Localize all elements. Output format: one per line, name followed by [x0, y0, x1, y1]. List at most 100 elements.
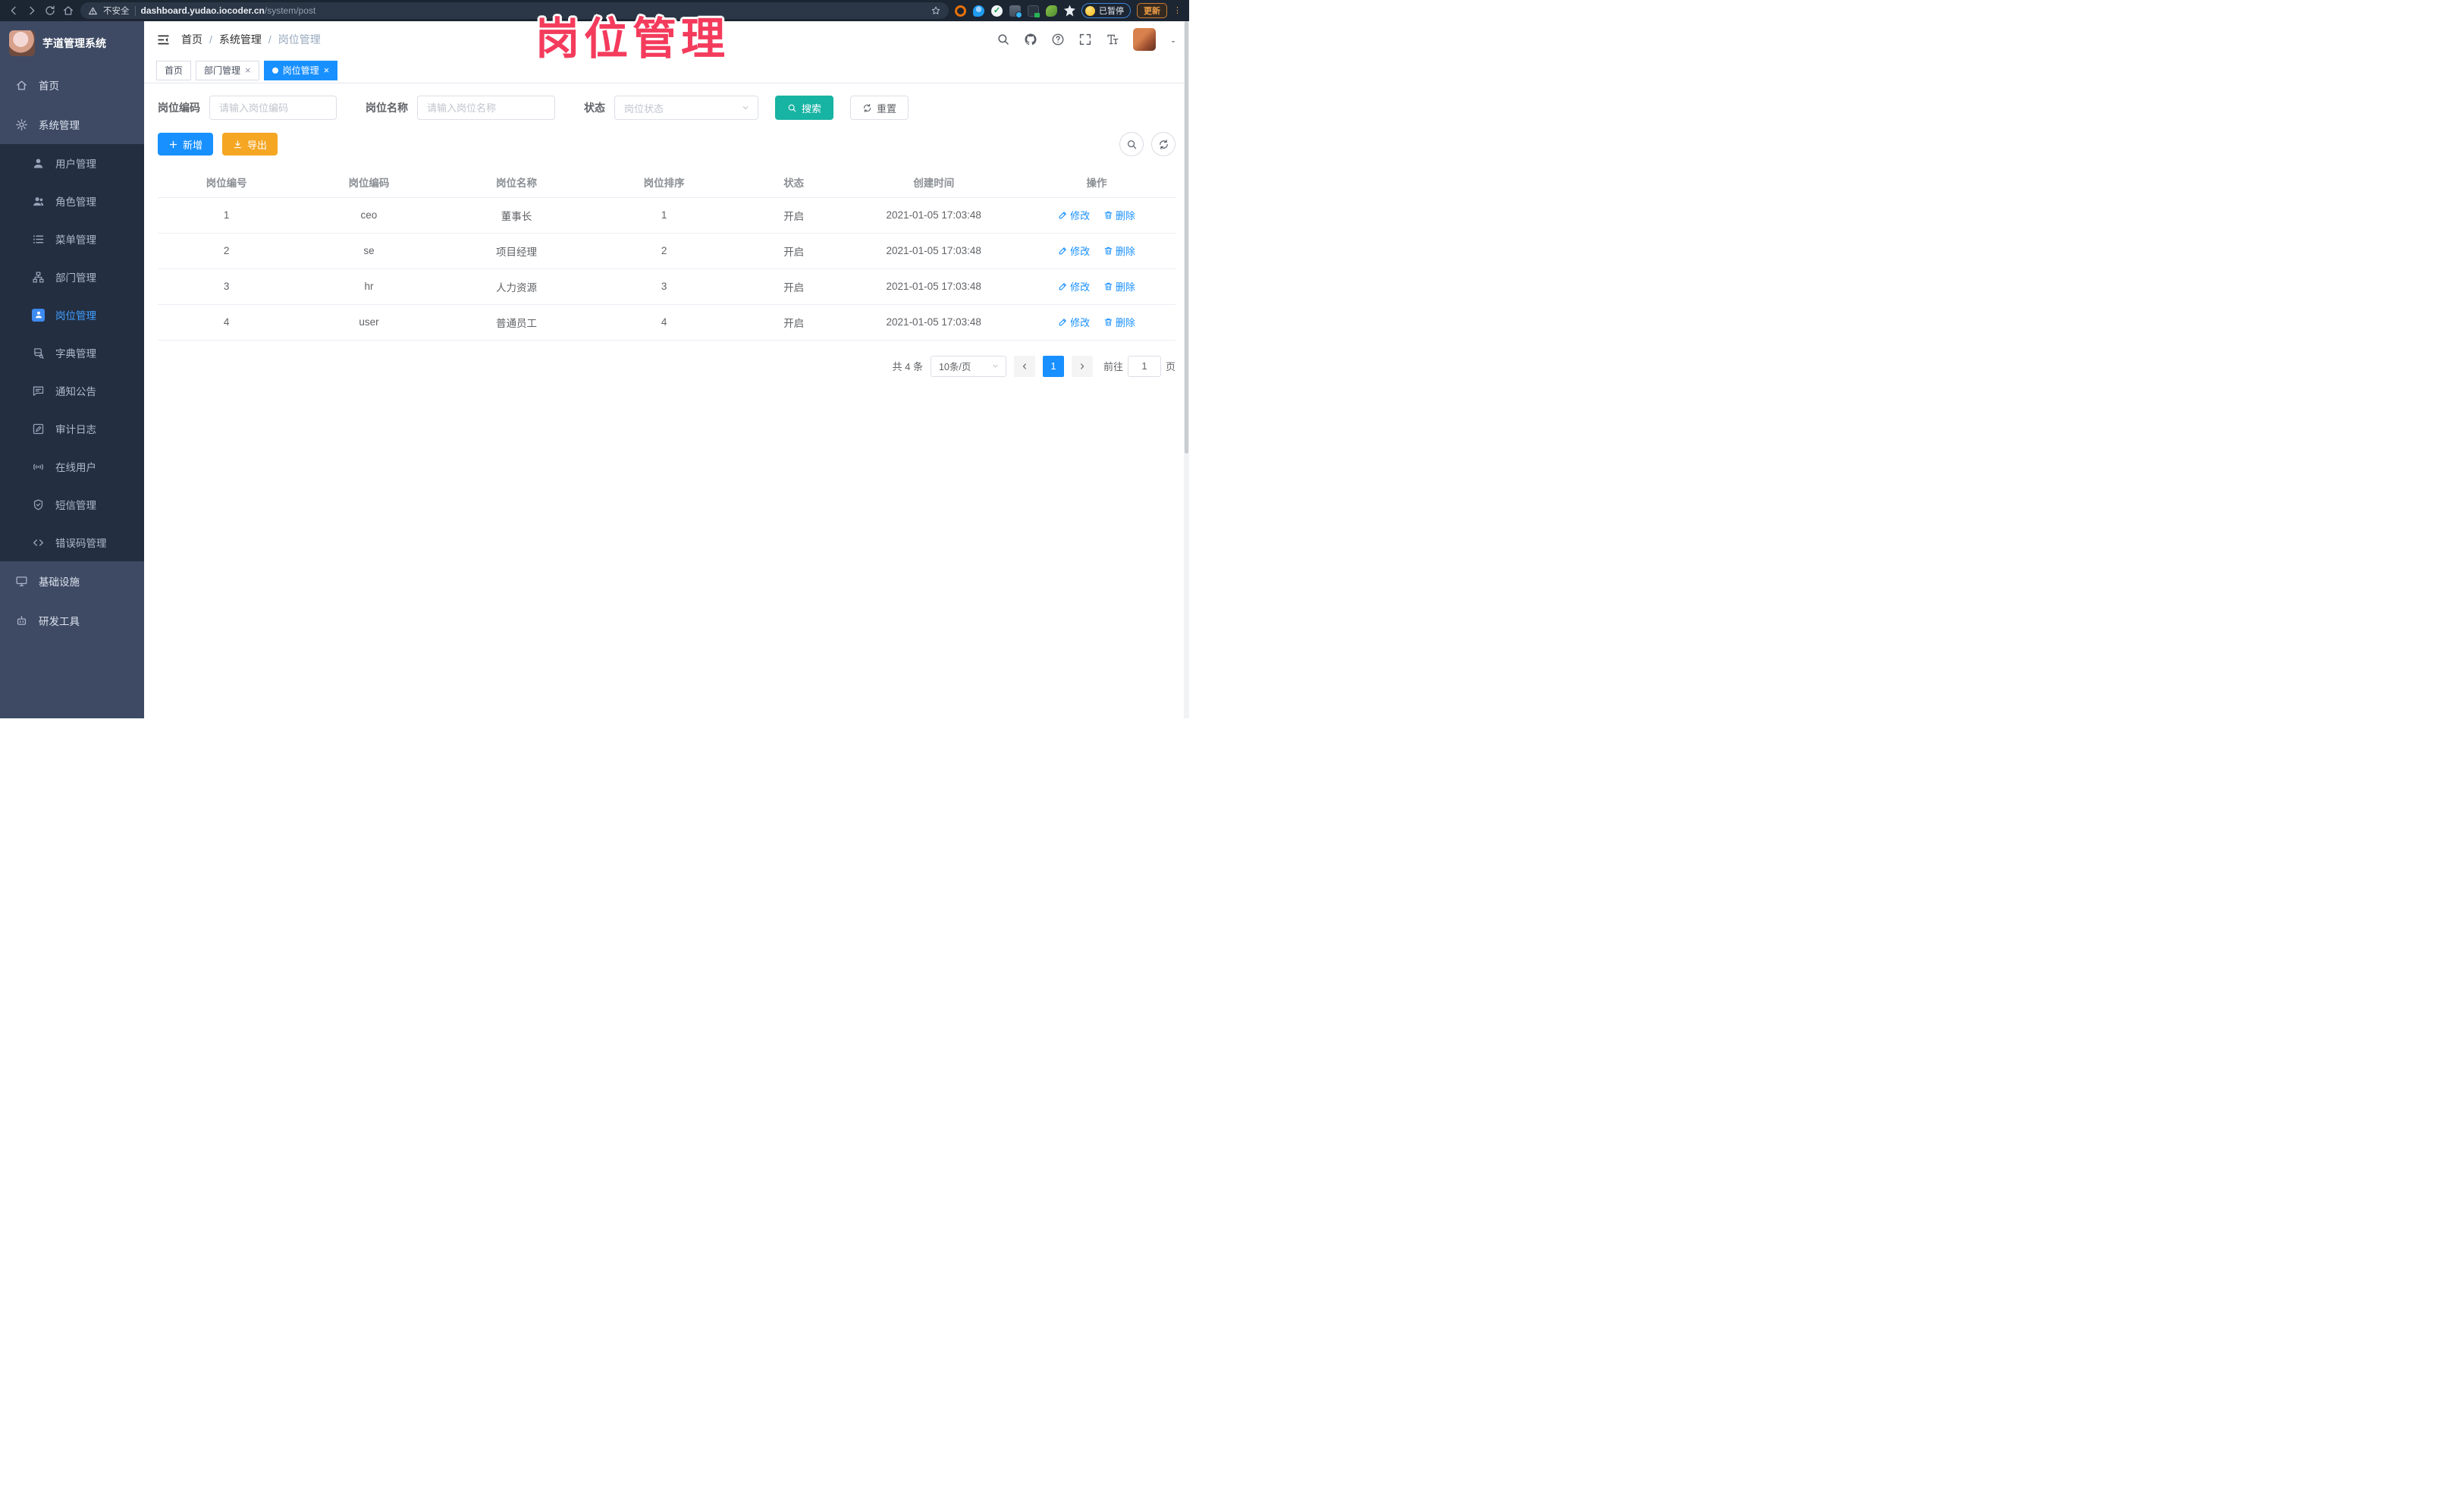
page-size-select[interactable]: 10条/页	[930, 355, 1006, 377]
sidebar-fold-icon[interactable]	[156, 33, 171, 47]
extension-icon-green-leaf[interactable]	[1046, 5, 1057, 17]
page-suffix-label: 页	[1165, 361, 1176, 372]
delete-link[interactable]: 删除	[1103, 243, 1135, 258]
delete-link[interactable]: 删除	[1103, 315, 1135, 329]
export-button[interactable]: 导出	[222, 133, 278, 155]
cell-status: 开启	[737, 233, 850, 269]
goto-page-input[interactable]	[1127, 355, 1161, 377]
caret-down-icon[interactable]	[1169, 36, 1177, 43]
sidebar-item-dict-management[interactable]: 字典管理	[0, 334, 144, 372]
app-logo-row[interactable]: 芋道管理系统	[0, 21, 144, 65]
extension-icon-grid[interactable]	[1009, 5, 1022, 18]
browser-update-button[interactable]: 更新	[1137, 3, 1167, 18]
sidebar-item-home[interactable]: 首页	[0, 65, 144, 105]
tab-dept-management[interactable]: 部门管理 ×	[196, 60, 259, 80]
sms-shield-icon	[32, 498, 45, 511]
scrollbar-thumb[interactable]	[1185, 21, 1188, 454]
paused-badge[interactable]: 已暂停	[1081, 3, 1131, 18]
sidebar-item-announcement[interactable]: 通知公告	[0, 372, 144, 410]
extensions-puzzle-icon[interactable]	[1064, 5, 1075, 17]
tab-home[interactable]: 首页	[156, 60, 192, 80]
close-icon[interactable]: ×	[245, 65, 251, 75]
tab-post-management[interactable]: 岗位管理 ×	[263, 60, 338, 80]
breadcrumb: 首页 / 系统管理 / 岗位管理	[181, 32, 986, 47]
extension-icon-green-check[interactable]	[991, 5, 1003, 17]
sidebar-item-post-management[interactable]: 岗位管理	[0, 296, 144, 334]
post-name-label: 岗位名称	[366, 102, 408, 114]
url-path: /system/post	[264, 5, 316, 16]
add-button[interactable]: 新增	[158, 133, 214, 155]
post-name-input[interactable]	[417, 96, 555, 120]
font-size-icon[interactable]	[1106, 33, 1119, 46]
search-button[interactable]: 搜索	[775, 96, 834, 120]
app-title: 芋道管理系统	[42, 37, 106, 49]
edit-link[interactable]: 修改	[1058, 315, 1090, 329]
cell-post-code: se	[295, 233, 443, 269]
next-page-button[interactable]	[1071, 355, 1093, 377]
github-icon[interactable]	[1024, 33, 1037, 46]
sidebar-item-role-management[interactable]: 角色管理	[0, 182, 144, 220]
column-header-created: 创建时间	[849, 167, 1018, 198]
breadcrumb-system[interactable]: 系统管理	[219, 32, 262, 47]
extension-cluster	[955, 5, 1075, 18]
extension-icon-blue-pin[interactable]	[973, 5, 984, 17]
browser-menu-icon[interactable]: ⋮	[1173, 6, 1182, 15]
chevron-down-icon	[741, 103, 750, 112]
search-icon[interactable]	[997, 33, 1010, 46]
window-scrollbar[interactable]	[1184, 21, 1189, 718]
address-bar[interactable]: 不安全 dashboard.yudao.iocoder.cn/system/po…	[80, 2, 949, 19]
delete-link[interactable]: 删除	[1103, 208, 1135, 222]
error-code-icon	[32, 536, 45, 549]
column-header-status: 状态	[737, 167, 850, 198]
status-select[interactable]: 岗位状态	[614, 96, 758, 120]
tag-tabs-bar: 首页 部门管理 × 岗位管理 ×	[144, 58, 1189, 83]
breadcrumb-separator: /	[209, 33, 212, 46]
post-code-input[interactable]	[209, 96, 337, 120]
app-header: 首页 / 系统管理 / 岗位管理	[144, 21, 1189, 58]
cell-post-sort: 4	[590, 304, 738, 341]
browser-forward-icon[interactable]	[26, 5, 38, 17]
page-number-1[interactable]: 1	[1042, 355, 1064, 377]
extension-icon-orange-ring[interactable]	[955, 5, 966, 17]
prev-page-button[interactable]	[1013, 355, 1035, 377]
edit-link[interactable]: 修改	[1058, 279, 1090, 294]
dictionary-icon	[32, 347, 45, 360]
breadcrumb-home[interactable]: 首页	[181, 32, 202, 47]
app-logo	[9, 30, 35, 56]
user-avatar[interactable]	[1133, 28, 1156, 51]
cell-post-id: 2	[158, 233, 296, 269]
reset-button[interactable]: 重置	[850, 96, 909, 120]
bookmark-star-icon[interactable]	[931, 5, 941, 16]
browser-back-icon[interactable]	[8, 5, 20, 17]
goto-label: 前往	[1103, 361, 1123, 372]
not-secure-icon	[88, 6, 98, 16]
refresh-button[interactable]	[1151, 132, 1176, 156]
close-icon[interactable]: ×	[324, 65, 330, 75]
active-tab-dot	[272, 67, 278, 74]
extension-icon-dark-tag[interactable]	[1028, 5, 1040, 17]
delete-link[interactable]: 删除	[1103, 279, 1135, 294]
cell-created: 2021-01-05 17:03:48	[849, 304, 1018, 341]
edit-link[interactable]: 修改	[1058, 243, 1090, 258]
sidebar-item-infrastructure[interactable]: 基础设施	[0, 561, 144, 601]
update-button-label: 更新	[1144, 7, 1160, 16]
browser-home-icon[interactable]	[62, 5, 74, 17]
sidebar-item-dev-tools[interactable]: 研发工具	[0, 601, 144, 640]
sidebar-item-audit-log[interactable]: 审计日志	[0, 410, 144, 448]
page-url: dashboard.yudao.iocoder.cn/system/post	[141, 5, 926, 16]
table-row: 4 user 普通员工 4 开启 2021-01-05 17:03:48 修改 …	[158, 304, 1176, 341]
online-users-icon	[32, 460, 45, 473]
dev-tools-icon	[15, 614, 28, 627]
chevron-down-icon	[123, 424, 132, 433]
help-icon[interactable]	[1051, 33, 1065, 46]
sidebar-item-menu-management[interactable]: 菜单管理	[0, 220, 144, 258]
fullscreen-icon[interactable]	[1078, 33, 1092, 46]
sidebar-item-system-management[interactable]: 系统管理	[0, 105, 144, 144]
cell-status: 开启	[737, 269, 850, 305]
table-header-row: 岗位编号 岗位编码 岗位名称 岗位排序 状态 创建时间 操作	[158, 167, 1176, 198]
toggle-search-button[interactable]	[1119, 132, 1144, 156]
edit-link[interactable]: 修改	[1058, 208, 1090, 222]
sidebar-item-user-management[interactable]: 用户管理	[0, 144, 144, 182]
browser-reload-icon[interactable]	[44, 5, 56, 17]
sidebar-item-dept-management[interactable]: 部门管理	[0, 258, 144, 296]
